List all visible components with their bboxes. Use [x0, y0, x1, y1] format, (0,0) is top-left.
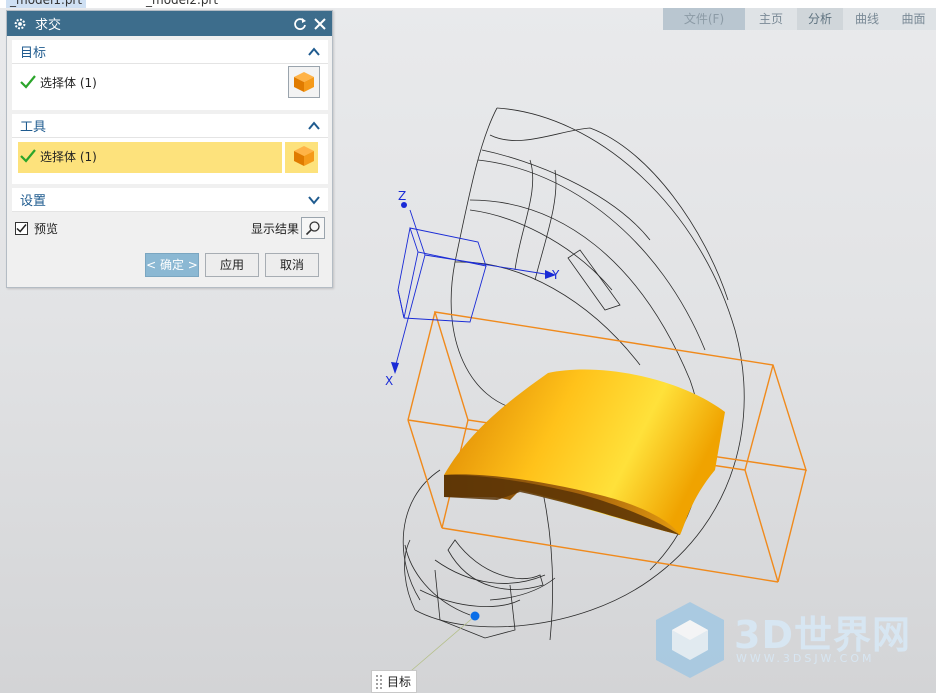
preview-checkbox[interactable]: [15, 221, 28, 235]
intersect-dialog: 求交 目标 选择体 (1) 工具 选择体 (1) 设置 预览 显示结果 < 确定…: [6, 10, 333, 288]
ok-button[interactable]: < 确定 >: [145, 253, 199, 277]
chevron-up-icon[interactable]: [306, 44, 322, 60]
target-anchor-point: [470, 611, 480, 621]
target-section: 目标 选择体 (1): [12, 40, 328, 110]
apply-button[interactable]: 应用: [205, 253, 259, 277]
file-tab-model1[interactable]: _model1.prt: [6, 0, 87, 8]
reset-icon[interactable]: [292, 16, 308, 32]
chevron-up-icon[interactable]: [306, 118, 322, 134]
target-section-title: 目标: [20, 46, 47, 61]
settings-section-header[interactable]: 设置: [12, 188, 328, 212]
ribbon-tab-file[interactable]: 文件(F): [663, 8, 745, 30]
tool-select-body-row[interactable]: 选择体 (1): [12, 138, 328, 174]
axis-label-y: Y: [552, 268, 560, 282]
checkmark-icon: [20, 149, 36, 163]
ribbon-tab-surface[interactable]: 曲面: [891, 8, 936, 30]
watermark-brand: 3D世界网: [734, 613, 911, 657]
ribbon-tab-curve[interactable]: 曲线: [843, 8, 891, 30]
gear-icon[interactable]: [13, 17, 27, 31]
solid-body-icon: [294, 72, 314, 92]
show-result-label: 显示结果: [250, 221, 299, 236]
drag-grip-icon[interactable]: [375, 673, 383, 690]
tool-select-body-label: 选择体 (1): [40, 149, 97, 164]
ribbon-tabs: 文件(F) 主页 分析 曲线 曲面: [663, 8, 936, 30]
settings-section-title: 设置: [20, 194, 47, 209]
show-result-group: 显示结果: [251, 217, 325, 239]
target-callout-label[interactable]: 目标: [371, 670, 417, 693]
select-body-cube-button[interactable]: [288, 66, 320, 98]
preview-label: 预览: [34, 221, 59, 236]
solid-body-icon: [294, 146, 314, 166]
tool-section: 工具 选择体 (1): [12, 114, 328, 184]
close-icon[interactable]: [312, 16, 328, 32]
intersection-result-solid: [444, 369, 725, 535]
axis-label-z: Z: [398, 189, 407, 203]
preview-row: 预览 显示结果: [15, 217, 325, 239]
target-section-header[interactable]: 目标: [12, 40, 328, 64]
tool-section-header[interactable]: 工具: [12, 114, 328, 138]
target-callout-text: 目标: [387, 675, 412, 689]
coordinate-triad: [391, 202, 556, 374]
show-result-button[interactable]: [301, 217, 325, 239]
checkmark-icon: [20, 75, 36, 89]
ribbon-tab-analysis[interactable]: 分析: [797, 8, 843, 30]
ribbon-tab-home[interactable]: 主页: [745, 8, 797, 30]
target-select-body-row[interactable]: 选择体 (1): [12, 64, 328, 100]
chevron-down-icon[interactable]: [306, 192, 322, 208]
file-tab-model2[interactable]: _model2.prt: [142, 0, 222, 8]
target-select-body-label: 选择体 (1): [40, 75, 97, 90]
dialog-titlebar[interactable]: 求交: [7, 11, 332, 36]
magnifier-icon: [305, 221, 320, 236]
dialog-buttons: < 确定 > 应用 取消: [145, 253, 325, 277]
file-tab-strip: _model1.prt _model2.prt: [0, 0, 936, 8]
select-body-cube-button[interactable]: [288, 140, 320, 172]
tool-section-title: 工具: [20, 120, 47, 135]
checkbox-check-icon: [16, 223, 27, 233]
target-leader-line: [404, 615, 476, 677]
settings-section: 设置: [12, 188, 328, 212]
watermark: 3D世界网 WWW.3DSJW.COM: [652, 600, 922, 680]
dialog-title: 求交: [35, 18, 62, 33]
watermark-url: WWW.3DSJW.COM: [736, 652, 875, 665]
cancel-button[interactable]: 取消: [265, 253, 319, 277]
axis-label-x: X: [385, 374, 394, 388]
